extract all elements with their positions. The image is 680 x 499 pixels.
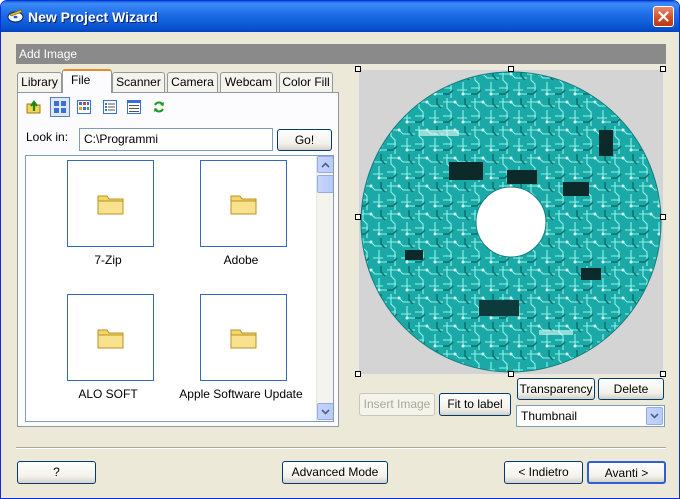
scroll-thumb[interactable] — [317, 175, 333, 193]
resize-handle[interactable] — [660, 66, 666, 72]
file-name: 7-Zip — [94, 253, 122, 267]
look-in-label: Look in: — [26, 130, 69, 144]
title-bar: New Project Wizard — [1, 1, 679, 32]
tab-camera[interactable]: Camera — [167, 72, 218, 92]
help-button[interactable]: ? — [17, 461, 96, 484]
file-browser: 7-Zip Adobe ALO SOFT Apple Software Upda… — [25, 155, 334, 422]
resize-handle[interactable] — [355, 371, 361, 377]
tab-library[interactable]: Library — [17, 72, 62, 92]
window-title: New Project Wizard — [28, 9, 158, 25]
tab-webcam[interactable]: Webcam — [220, 72, 277, 92]
chevron-down-icon — [321, 408, 330, 415]
list-item[interactable]: Apple Software Update — [176, 294, 306, 412]
advanced-mode-button[interactable]: Advanced Mode — [282, 461, 388, 484]
app-logo-icon — [7, 9, 24, 23]
folder-icon — [97, 195, 123, 214]
file-thumbnail[interactable] — [67, 160, 154, 247]
file-thumbnail[interactable] — [200, 294, 287, 381]
file-name: Apple Software Update — [179, 387, 303, 401]
label-preview[interactable] — [355, 66, 666, 377]
close-button[interactable] — [653, 6, 674, 27]
vertical-scrollbar[interactable] — [316, 156, 333, 421]
insert-image-button[interactable]: Insert Image — [359, 393, 435, 416]
chevron-up-icon — [321, 161, 330, 168]
folder-icon — [230, 195, 256, 214]
list-item[interactable]: Adobe — [176, 160, 306, 278]
close-icon — [658, 11, 669, 22]
view-mode-select[interactable]: Thumbnail — [516, 405, 665, 427]
list-item[interactable]: 7-Zip — [43, 160, 173, 278]
folder-icon — [97, 329, 123, 348]
resize-handle[interactable] — [660, 214, 666, 220]
thumbnail-view-icon[interactable] — [74, 97, 94, 117]
circuit-board-image — [359, 70, 663, 374]
tab-scanner[interactable]: Scanner — [112, 72, 165, 92]
dropdown-button[interactable] — [646, 407, 663, 425]
resize-handle[interactable] — [355, 214, 361, 220]
file-name: ALO SOFT — [78, 387, 138, 401]
scroll-down-button[interactable] — [317, 403, 333, 420]
list-item[interactable]: ALO SOFT — [43, 294, 173, 412]
section-header: Add Image — [16, 44, 666, 64]
resize-handle[interactable] — [355, 66, 361, 72]
tab-color-fill[interactable]: Color Fill — [279, 72, 333, 92]
resize-handle[interactable] — [660, 371, 666, 377]
details-view-icon[interactable] — [124, 97, 144, 117]
tab-file[interactable]: File — [62, 69, 112, 93]
file-thumbnail[interactable] — [67, 294, 154, 381]
look-in-path-field[interactable]: C:\Programmi — [79, 128, 273, 151]
refresh-icon[interactable] — [149, 97, 169, 117]
footer-divider — [16, 447, 666, 449]
delete-button[interactable]: Delete — [598, 378, 664, 400]
list-view-icon[interactable] — [100, 97, 120, 117]
go-button[interactable]: Go! — [277, 129, 332, 151]
file-name: Adobe — [223, 253, 259, 267]
scroll-up-button[interactable] — [317, 156, 333, 173]
file-tab-panel: Look in: C:\Programmi Go! 7-Zip Adobe AL… — [17, 92, 339, 427]
folder-up-icon[interactable] — [24, 97, 44, 117]
resize-handle[interactable] — [508, 66, 514, 72]
transparency-button[interactable]: Transparency — [517, 378, 595, 400]
file-thumbnail[interactable] — [200, 160, 287, 247]
fit-to-label-button[interactable]: Fit to label — [439, 393, 511, 416]
resize-handle[interactable] — [508, 371, 514, 377]
folder-icon — [230, 329, 256, 348]
next-button[interactable]: Avanti > — [587, 461, 666, 484]
large-icons-view-icon[interactable] — [50, 97, 70, 117]
back-button[interactable]: < Indietro — [504, 461, 583, 484]
view-mode-value: Thumbnail — [521, 409, 578, 423]
chevron-down-icon — [650, 413, 659, 419]
wizard-window: New Project Wizard Add Image Library Fil… — [0, 0, 680, 499]
